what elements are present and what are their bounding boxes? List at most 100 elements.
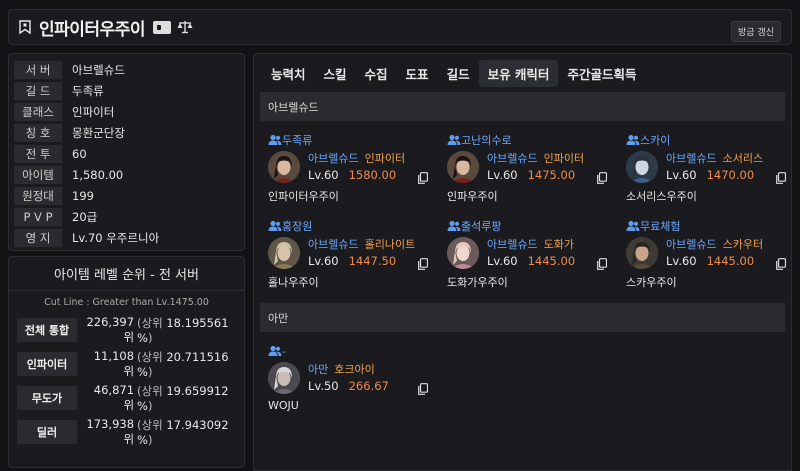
copy-icon[interactable] [776,172,786,184]
info-row: 원정대 199 [14,186,239,207]
info-label: 길 드 [14,82,62,101]
card-info: 아브렐슈드 인파이터 Lv.60 1580.00 [308,151,425,184]
guild-name[interactable]: 스카이 [640,132,670,148]
rank-count: 226,397 위 [77,315,137,345]
scale-icon[interactable] [177,20,193,34]
character-server: 아브렐슈드 [487,238,538,251]
level-row: Lv.60 1445.00 [666,252,783,270]
people-icon [268,220,282,231]
info-value: 1,580.00 [72,168,124,183]
card-guild-row: 스카이 [626,133,783,147]
character-card[interactable]: 홍장원 아브렐슈드 홀리나이트 Lv.60 1447.50 홀나우주이 [260,213,433,293]
tab-2[interactable]: 수집 [356,60,397,87]
character-card[interactable]: 스카이 아브렐슈드 소서리스 Lv.60 1470.00 소서리스우주이 [618,127,791,207]
rank-paren-open: (상위 [137,350,163,364]
character-name[interactable]: 도화가우주이 [447,274,604,290]
id-card-icon[interactable] [152,20,171,34]
guild-name[interactable]: - [282,345,286,358]
people-icon [626,134,640,145]
avatar [626,237,658,269]
server-class: 아브렐슈드 인파이터 [487,151,604,166]
guild-name[interactable]: 무료체험 [640,218,680,234]
bookmark-icon[interactable] [19,20,31,34]
character-name[interactable]: 인파이터우주이 [268,188,425,204]
character-server: 아브렐슈드 [666,152,717,165]
character-level: Lv.60 [487,254,518,268]
server-group-header: 아브렐슈드 [260,92,785,121]
info-label: 전 투 [14,145,62,164]
rank-count-unit: 위 [123,398,135,412]
card-body: 아브렐슈드 인파이터 Lv.60 1475.00 [447,151,604,184]
server-class: 아만 호크아이 [308,362,425,377]
info-label: 원정대 [14,187,62,206]
people-icon [268,134,282,145]
character-class: 소서리스 [722,152,764,165]
card-body: 아브렐슈드 소서리스 Lv.60 1470.00 [626,151,783,184]
tab-5[interactable]: 보유 캐릭터 [478,59,559,87]
character-server: 아만 [308,363,329,376]
character-class: 스카우터 [722,238,764,251]
character-server: 아브렐슈드 [487,152,538,165]
guild-name[interactable]: 고난의수로 [461,132,512,148]
character-name[interactable]: WOJU [268,399,425,412]
rank-count-value: 173,938 [86,417,135,431]
tab-4[interactable]: 길드 [438,60,479,87]
rank-row: 전체 통합 226,397 위 (상위 18.195561 %) [9,313,244,347]
info-value: 199 [72,189,94,204]
item-level: 1470.00 [706,168,755,182]
tab-3[interactable]: 도표 [397,60,438,87]
level-row: Lv.60 1475.00 [487,166,604,184]
character-name[interactable]: 소서리스우주이 [626,188,783,204]
character-name[interactable]: 인파우주이 [447,188,604,204]
character-name[interactable]: 홀나우주이 [268,274,425,290]
people-icon [268,345,282,356]
character-card[interactable]: 두족류 아브렐슈드 인파이터 Lv.60 1580.00 인파이터우주이 [260,127,433,207]
info-row: 길 드 두족류 [14,81,239,102]
copy-icon[interactable] [418,258,428,270]
info-label: 아이템 [14,166,62,185]
rank-paren-close: ) [147,399,153,413]
copy-icon[interactable] [418,172,428,184]
tab-1[interactable]: 스킬 [315,60,356,87]
character-level: Lv.60 [308,254,339,268]
info-label: 영 지 [14,229,62,248]
character-level: Lv.60 [666,168,697,182]
character-card[interactable]: 출석루팡 아브렐슈드 도화가 Lv.60 1445.00 도화가우주이 [439,213,612,293]
character-card[interactable]: 무료체험 아브렐슈드 스카우터 Lv.60 1445.00 스카우주이 [618,213,791,293]
info-row: P V P 20급 [14,207,239,228]
card-guild-row: - [268,344,425,358]
item-level: 266.67 [348,379,389,393]
card-guild-row: 두족류 [268,133,425,147]
copy-icon[interactable] [597,172,607,184]
info-label: P V P [14,208,62,227]
guild-name[interactable]: 홍장원 [282,218,312,234]
guild-name[interactable]: 출석루팡 [461,218,501,234]
info-value: Lv.70 우주르니아 [72,231,160,246]
refresh-button[interactable]: 방금 갱신 [731,21,781,42]
copy-icon[interactable] [776,258,786,270]
copy-icon[interactable] [418,383,428,395]
server-class: 아브렐슈드 도화가 [487,237,604,252]
rank-row: 무도가 46,871 위 (상위 19.659912 %) [9,381,244,415]
card-guild-row: 홍장원 [268,219,425,233]
info-value: 몽환군단장 [72,126,125,141]
guild-name[interactable]: 두족류 [282,132,312,148]
character-card[interactable]: - 아만 호크아이 Lv.50 266.67 WOJU [260,338,433,418]
rank-paren-open: (상위 [137,316,163,330]
character-name[interactable]: 스카우주이 [626,274,783,290]
copy-icon[interactable] [597,258,607,270]
tab-6[interactable]: 주간골드획득 [558,60,645,87]
character-card[interactable]: 고난의수로 아브렐슈드 인파이터 Lv.60 1475.00 인파우주이 [439,127,612,207]
character-title: 인파이터우주이 [39,19,145,40]
card-body: 아브렐슈드 인파이터 Lv.60 1580.00 [268,151,425,184]
avatar [268,151,300,183]
card-info: 아만 호크아이 Lv.50 266.67 [308,362,425,395]
item-level: 1447.50 [348,254,397,268]
people-icon [626,220,640,231]
item-level-rank-panel: 아이템 레벨 순위 - 전 서버 Cut Line : Greater than… [8,256,245,468]
tab-0[interactable]: 능력치 [262,60,315,87]
people-icon [447,220,461,231]
character-card-grid: - 아만 호크아이 Lv.50 266.67 WOJU [254,332,791,418]
card-info: 아브렐슈드 스카우터 Lv.60 1445.00 [666,237,783,270]
character-class: 홀리나이트 [364,238,416,251]
